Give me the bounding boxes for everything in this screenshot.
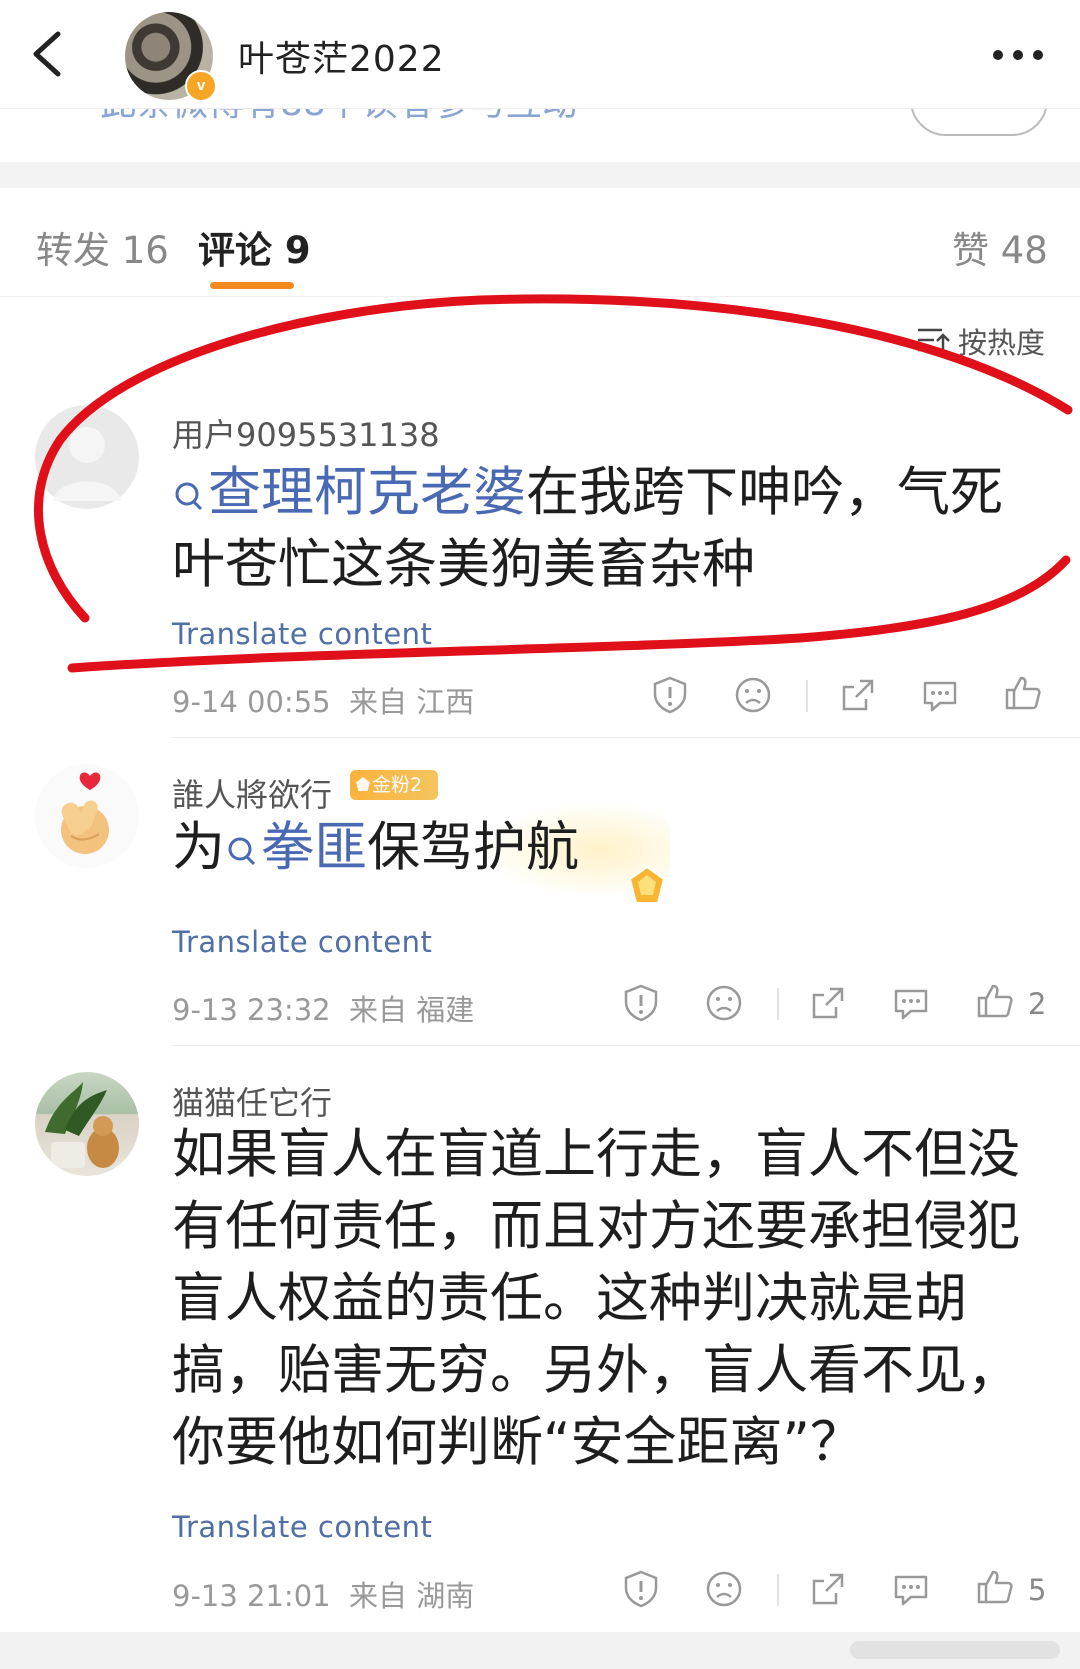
cat-plant-photo-icon [45,1082,119,1168]
dislike-button[interactable] [704,983,744,1023]
comment-bubble-icon [894,1575,928,1606]
report-shield-icon [653,676,687,714]
topic-label: 拳匪 [261,817,367,878]
more-options-button[interactable] [990,42,1050,65]
report-shield-icon [624,984,658,1022]
translate-link[interactable]: Translate content [172,1510,432,1544]
search-icon [228,837,256,866]
comment-username[interactable]: 誰人將欲行 [172,770,332,816]
back-button[interactable] [26,26,76,82]
page-title: 叶苍茫2022 [238,39,445,80]
comment-location: 来自 福建 [349,993,475,1027]
translate-link[interactable]: Translate content [172,925,432,959]
verified-badge: v [185,70,217,102]
sort-icon [918,328,950,354]
share-button[interactable] [808,1569,848,1609]
reply-button[interactable] [891,1569,931,1609]
thumbs-up-icon [1005,676,1041,710]
tab-reposts[interactable]: 转发 16 [36,220,169,274]
comment-text-line: 有任何责任，而且对方还要承担侵犯 [172,1196,1020,1257]
reply-button[interactable] [891,983,931,1023]
report-button[interactable] [621,983,661,1023]
interaction-banner[interactable]: 此条微博有88个读者参与互动 [0,100,1080,162]
avatar[interactable] [35,405,139,509]
sort-label: 按热度 [958,326,1046,360]
action-separator [777,988,779,1020]
sad-face-icon [735,677,771,713]
comment-text-line: 搞，贻害无穷。另外，盲人看不见， [172,1340,1020,1401]
report-button[interactable] [621,1569,661,1609]
comment-text: 为拳匪保驾护航 [172,812,772,884]
comment-divider [172,1045,1080,1046]
like-button[interactable] [975,1567,1015,1607]
share-icon [812,987,844,1019]
translate-link[interactable]: Translate content [172,617,432,651]
like-count: 5 [1028,1573,1047,1607]
comment-text-part: 在我跨下呻吟，气死 [526,462,1003,523]
default-user-icon [53,427,121,501]
share-button[interactable] [808,983,848,1023]
comment-meta: 9-13 21:01 来自 湖南 [172,1573,474,1615]
fan-level-badge: 金粉2 [350,770,438,800]
search-icon [175,482,203,511]
comment-divider [172,737,1080,738]
comment-meta: 9-13 23:32 来自 福建 [172,987,474,1029]
watermark [850,1641,1060,1659]
dislike-button[interactable] [704,1569,744,1609]
thumbs-up-icon [977,1570,1013,1604]
avatar[interactable] [35,764,139,868]
comment-text-part: 保驾护航 [367,817,579,878]
tab-comments[interactable]: 评论 9 [198,220,311,274]
like-count: 2 [1028,987,1047,1021]
thumbs-up-icon [977,984,1013,1018]
comment-text: 查理柯克老婆在我跨下呻吟，气死 叶苍忙这条美狗美畜杂种 [172,457,1052,601]
like-button[interactable] [1003,673,1043,713]
chevron-left-icon [33,31,61,77]
action-separator [806,680,808,712]
comment-text-line: 叶苍忙这条美狗美畜杂种 [172,534,755,595]
topic-label: 查理柯克老婆 [208,462,526,523]
report-shield-icon [624,1570,658,1608]
tab-likes[interactable]: 赞 48 [952,220,1048,274]
comment-time: 9-13 21:01 [172,1579,331,1613]
comment-username[interactable]: 用户9095531138 [172,410,440,456]
comment-meta: 9-14 00:55 来自 江西 [172,679,474,721]
sad-face-icon [706,985,742,1021]
more-dots-icon [993,50,1043,60]
section-gap [0,162,1080,188]
sad-face-icon [706,1571,742,1607]
comment-text: 如果盲人在盲道上行走，盲人不但没 有任何责任，而且对方还要承担侵犯 盲人权益的责… [172,1119,1062,1479]
topic-link[interactable]: 拳匪 [225,817,367,878]
topic-link[interactable]: 查理柯克老婆 [172,462,526,523]
comment-location: 来自 江西 [349,685,475,719]
comment-text-line: 你要他如何判断“安全距离”？ [172,1412,863,1473]
like-button[interactable] [975,981,1015,1021]
top-bar: v 叶苍茫2022 [0,0,1080,109]
share-icon [842,679,874,711]
tabs-divider [0,296,1080,297]
comment-text-line: 盲人权益的责任。这种判决就是胡 [172,1268,967,1329]
report-button[interactable] [650,675,690,715]
comment-time: 9-13 23:32 [172,993,331,1027]
dislike-button[interactable] [733,675,773,715]
comment-bubble-icon [923,681,957,712]
active-tab-indicator [210,282,294,289]
comment-bubble-icon [894,989,928,1020]
comment-text-part: 为 [172,817,225,878]
action-separator [777,1574,779,1606]
comment-location: 来自 湖南 [349,1579,475,1613]
share-icon [812,1573,844,1605]
comment-text-line: 如果盲人在盲道上行走，盲人不但没 [172,1124,1020,1185]
comment-time: 9-14 00:55 [172,685,331,719]
reply-button[interactable] [920,675,960,715]
share-button[interactable] [838,675,878,715]
avatar[interactable] [35,1072,139,1176]
finger-heart-icon [61,772,109,854]
comment-username[interactable]: 猫猫任它行 [172,1078,332,1124]
